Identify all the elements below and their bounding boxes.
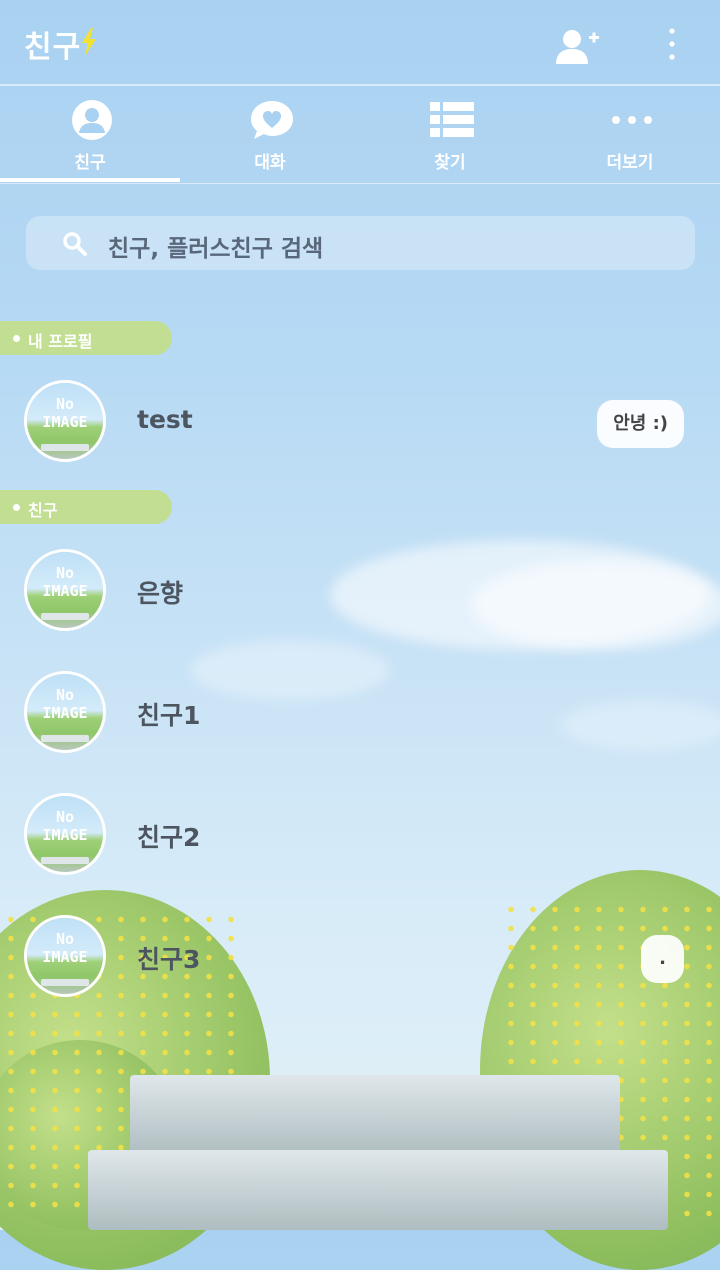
add-friend-icon[interactable] (553, 26, 601, 66)
avatar[interactable]: No IMAGE (24, 915, 106, 997)
tab-more[interactable]: 더보기 (540, 86, 720, 184)
tab-friends[interactable]: 친구 (0, 86, 180, 184)
search-placeholder: 친구, 플러스친구 검색 (108, 236, 324, 262)
friend-row[interactable]: No IMAGE 은향 (0, 549, 720, 641)
top-bar: 친구 (0, 0, 720, 84)
person-icon (72, 100, 112, 140)
avatar-text: No (55, 686, 75, 704)
tab-bar: 친구 대화 찾기 더보기 (0, 86, 720, 184)
avatar-text: IMAGE (42, 948, 88, 966)
section-header-friends: 친구 (0, 490, 172, 524)
bullet-icon (13, 504, 20, 511)
more-dots-icon (612, 116, 652, 124)
active-tab-indicator (0, 178, 180, 182)
profile-name: test (137, 405, 193, 434)
avatar-text: No (55, 395, 75, 413)
avatar-text: IMAGE (42, 826, 88, 844)
friend-row[interactable]: No IMAGE 친구2 (0, 793, 720, 885)
search-bar[interactable]: 친구, 플러스친구 검색 (26, 216, 695, 270)
avatar-text: IMAGE (42, 413, 88, 431)
tab-label: 더보기 (606, 153, 654, 173)
section-label: 친구 (28, 501, 58, 520)
tab-label: 대화 (254, 153, 286, 173)
tabs-divider (0, 183, 720, 184)
section-label: 내 프로필 (28, 332, 93, 351)
friend-name: 친구3 (137, 945, 201, 974)
avatar-text: IMAGE (42, 704, 88, 722)
lightning-icon (82, 28, 96, 56)
friend-name: 은향 (137, 579, 184, 608)
chat-heart-icon (251, 101, 293, 139)
avatar[interactable]: No IMAGE (24, 380, 106, 462)
search-icon (63, 232, 87, 256)
my-profile-row[interactable]: No IMAGE test 안녕 :) (0, 380, 720, 472)
status-message-bubble: 안녕 :) (597, 400, 684, 448)
friend-row[interactable]: No IMAGE 친구3 . (0, 915, 720, 1007)
avatar-text: No (55, 930, 75, 948)
avatar-text: IMAGE (42, 582, 88, 600)
more-vertical-icon[interactable] (660, 26, 684, 62)
tab-label: 찾기 (434, 153, 466, 173)
avatar[interactable]: No IMAGE (24, 549, 106, 631)
tab-find[interactable]: 찾기 (360, 86, 540, 184)
friend-name: 친구2 (137, 823, 201, 852)
section-header-my-profile: 내 프로필 (0, 321, 172, 355)
avatar[interactable]: No IMAGE (24, 671, 106, 753)
tab-chats[interactable]: 대화 (180, 86, 360, 184)
avatar[interactable]: No IMAGE (24, 793, 106, 875)
friend-row[interactable]: No IMAGE 친구1 (0, 671, 720, 763)
page-title: 친구 (24, 30, 82, 65)
bullet-icon (13, 335, 20, 342)
list-icon (430, 102, 474, 137)
avatar-text: No (55, 808, 75, 826)
friend-name: 친구1 (137, 701, 201, 730)
avatar-text: No (55, 564, 75, 582)
tab-label: 친구 (74, 153, 106, 173)
status-message-bubble: . (641, 935, 684, 983)
